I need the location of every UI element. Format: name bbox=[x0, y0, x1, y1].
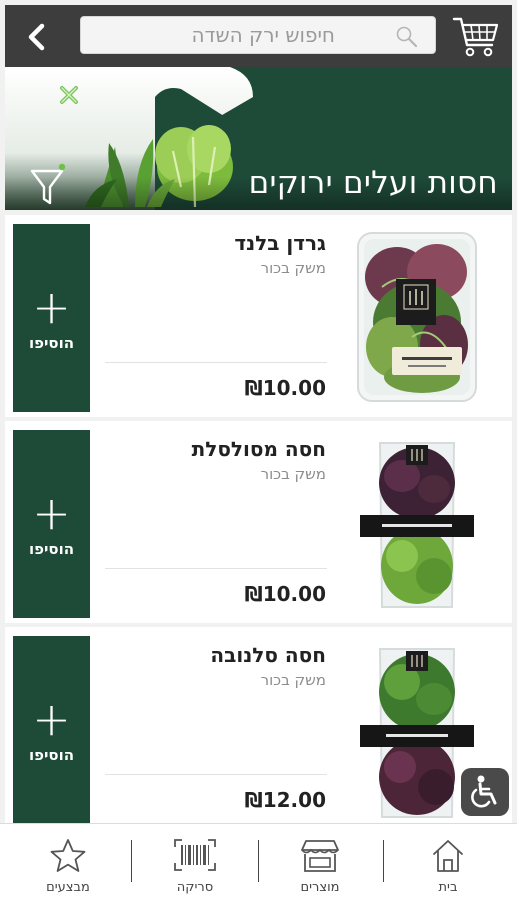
home-icon bbox=[433, 840, 463, 872]
star-icon bbox=[50, 839, 86, 872]
store-icon bbox=[301, 840, 339, 872]
plus-icon: + bbox=[32, 280, 71, 334]
search-box bbox=[80, 16, 436, 54]
divider bbox=[105, 568, 327, 569]
product-name[interactable]: חסה סלנובה bbox=[210, 643, 326, 667]
category-title: חסות ועלים ירוקים bbox=[248, 165, 498, 201]
barcode-icon bbox=[174, 839, 216, 871]
product-farm: משק בכור bbox=[260, 465, 326, 483]
divider bbox=[105, 774, 327, 775]
nav-item-products[interactable]: מוצרים bbox=[265, 824, 375, 900]
search-icon[interactable] bbox=[395, 25, 419, 49]
add-button-label: הוסיפו bbox=[28, 334, 75, 352]
nav-separator bbox=[131, 840, 132, 882]
product-card: + הוסיפו חסה סלנובה משק בכור ₪12.00 bbox=[5, 627, 512, 829]
add-button-label: הוסיפו bbox=[28, 540, 75, 558]
product-image[interactable] bbox=[352, 227, 482, 407]
add-to-cart-button[interactable]: + הוסיפו bbox=[13, 224, 90, 412]
category-banner: חסות ועלים ירוקים bbox=[5, 67, 512, 210]
plus-icon: + bbox=[32, 486, 71, 540]
accessibility-button[interactable] bbox=[461, 768, 509, 816]
nav-separator bbox=[258, 840, 259, 882]
plus-icon: + bbox=[32, 692, 71, 746]
back-button[interactable] bbox=[15, 15, 59, 59]
product-image[interactable] bbox=[352, 431, 482, 613]
add-to-cart-button[interactable]: + הוסיפו bbox=[13, 430, 90, 618]
nav-item-deals[interactable]: מבצעים bbox=[13, 824, 123, 900]
wheelchair-icon bbox=[471, 775, 497, 808]
nav-separator bbox=[383, 840, 384, 882]
product-price: ₪10.00 bbox=[244, 582, 326, 606]
top-bar bbox=[5, 5, 512, 67]
cart-icon[interactable] bbox=[452, 13, 500, 59]
search-input[interactable] bbox=[81, 17, 435, 53]
nav-label: מבצעים bbox=[46, 880, 90, 895]
divider bbox=[105, 362, 327, 363]
nav-item-home[interactable]: בית bbox=[393, 824, 503, 900]
nav-label: בית bbox=[438, 880, 458, 895]
product-name[interactable]: גרדן בלנד bbox=[234, 231, 326, 255]
nav-label: סריקה bbox=[176, 880, 214, 895]
nav-label: מוצרים bbox=[300, 880, 340, 895]
filter-icon[interactable] bbox=[29, 163, 69, 207]
product-price: ₪10.00 bbox=[244, 376, 326, 400]
add-to-cart-button[interactable]: + הוסיפו bbox=[13, 636, 90, 824]
product-name[interactable]: חסה מסולסלת bbox=[192, 437, 326, 461]
product-farm: משק בכור bbox=[260, 259, 326, 277]
product-farm: משק בכור bbox=[260, 671, 326, 689]
chevron-left-icon bbox=[28, 23, 45, 51]
bottom-navigation: מבצעים סריקה מוצרים בית bbox=[0, 823, 517, 900]
add-button-label: הוסיפו bbox=[28, 746, 75, 764]
nav-item-scan[interactable]: סריקה bbox=[140, 824, 250, 900]
product-card: + הוסיפו חסה מסולסלת משק בכור ₪10.00 bbox=[5, 421, 512, 623]
product-card: + הוסיפו גרדן בלנד משק בכור ₪10.00 bbox=[5, 215, 512, 417]
product-price: ₪12.00 bbox=[244, 788, 326, 812]
close-icon[interactable] bbox=[57, 83, 81, 107]
